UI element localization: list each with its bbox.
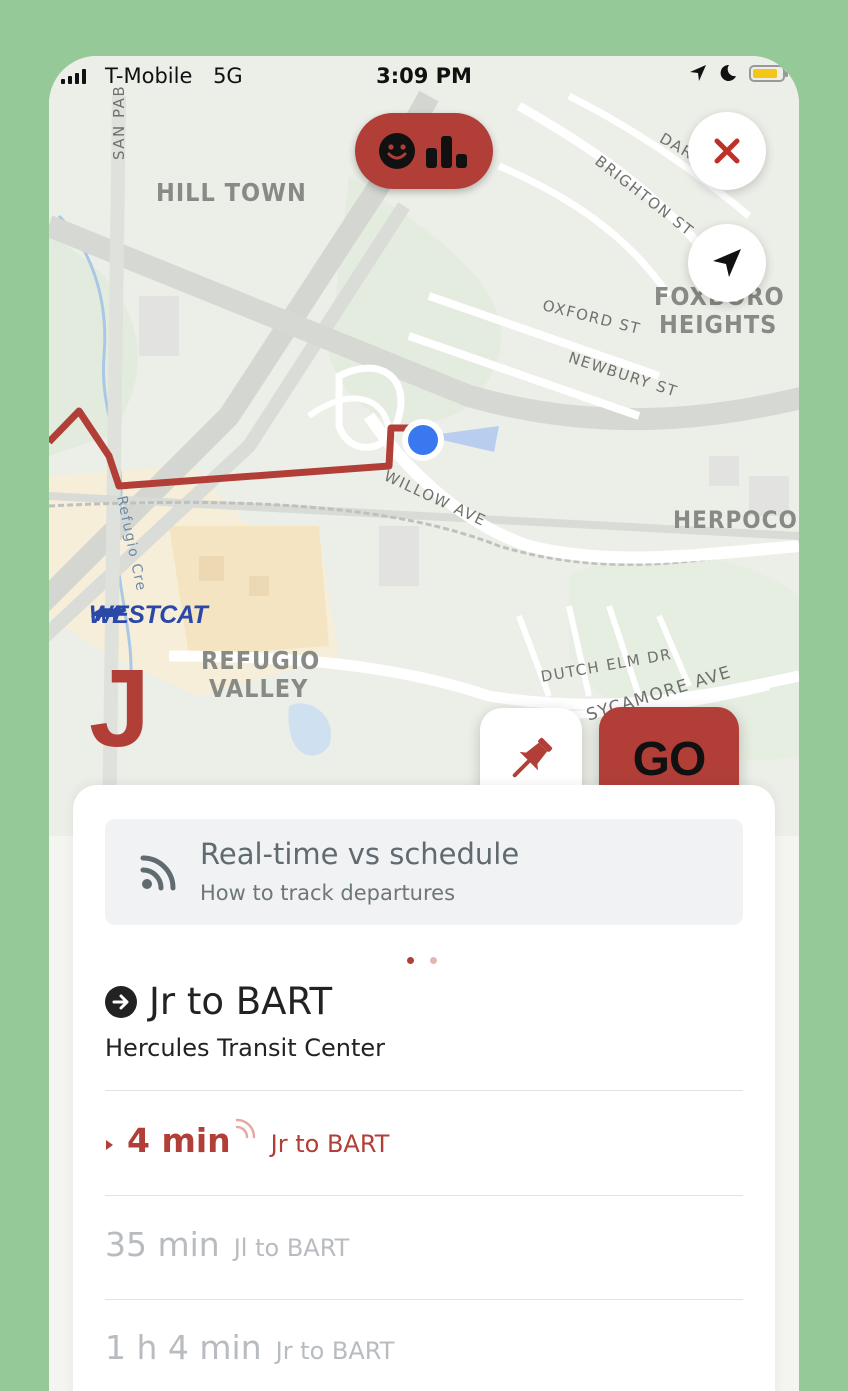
- divider: [105, 1090, 743, 1091]
- close-button[interactable]: [688, 112, 766, 190]
- departure-time: 35 min: [105, 1225, 220, 1264]
- route-badge: J: [89, 647, 151, 770]
- agency-logo: WESTCAT: [89, 601, 208, 630]
- direction-headsign: Jr to BART: [149, 980, 333, 1023]
- phone-screen: HILL TOWN FOXBORO HEIGHTS HERPOCO REFUGI…: [49, 56, 799, 1391]
- page-indicator: [407, 957, 437, 964]
- battery-icon: [749, 64, 788, 82]
- user-location-dot: [408, 425, 438, 455]
- map-label-street: SAN PAB: [110, 84, 128, 160]
- pushpin-icon: [512, 737, 553, 778]
- divider: [105, 1299, 743, 1300]
- info-card-subtitle: How to track departures: [200, 881, 456, 905]
- clock: 3:09 PM: [376, 64, 472, 88]
- direction-header[interactable]: Jr to BART: [105, 980, 332, 1023]
- arrow-right-circle-icon: [105, 985, 137, 1018]
- page-dot-active: [407, 957, 414, 964]
- cat-icon: [91, 605, 126, 621]
- ratings-button[interactable]: [355, 113, 493, 189]
- close-icon: [714, 138, 740, 164]
- divider: [105, 1195, 743, 1196]
- departure-row[interactable]: 4 min Jr to BART: [105, 1118, 390, 1160]
- realtime-info-card[interactable]: Real-time vs schedule How to track depar…: [105, 819, 743, 925]
- do-not-disturb-moon-icon: [720, 64, 736, 81]
- status-bar: T-Mobile 5G 3:09 PM: [49, 56, 799, 96]
- page-dot: [430, 957, 437, 964]
- info-card-title: Real-time vs schedule: [200, 837, 520, 871]
- realtime-signal-icon: [140, 855, 176, 891]
- departure-row[interactable]: 1 h 4 min Jr to BART: [105, 1328, 394, 1367]
- map-label-neighborhood: HERPOCO: [673, 506, 798, 534]
- departures-sheet: Real-time vs schedule How to track depar…: [73, 785, 775, 1391]
- navigation-arrow-icon: [713, 249, 741, 277]
- smiley-face-icon: [379, 133, 415, 169]
- departure-route: Jl to BART: [233, 1234, 350, 1262]
- departure-time: 1 h 4 min: [105, 1328, 262, 1367]
- play-triangle-icon: [106, 1140, 113, 1150]
- departure-row[interactable]: 35 min Jl to BART: [105, 1225, 349, 1264]
- bar-chart-icon: [426, 136, 467, 168]
- map-label-neighborhood: REFUGIO: [201, 646, 321, 675]
- map-label-neighborhood: HILL TOWN: [156, 178, 307, 207]
- departure-route: Jr to BART: [270, 1130, 390, 1158]
- departure-time: 4 min: [127, 1121, 231, 1160]
- recenter-location-button[interactable]: [688, 224, 766, 302]
- stop-name: Hercules Transit Center: [105, 1034, 386, 1062]
- realtime-signal-icon: [235, 1118, 255, 1139]
- departure-route: Jr to BART: [275, 1337, 395, 1365]
- map-label-neighborhood: HEIGHTS: [659, 310, 778, 339]
- map-label-neighborhood: VALLEY: [209, 674, 309, 703]
- location-services-icon: [690, 65, 706, 81]
